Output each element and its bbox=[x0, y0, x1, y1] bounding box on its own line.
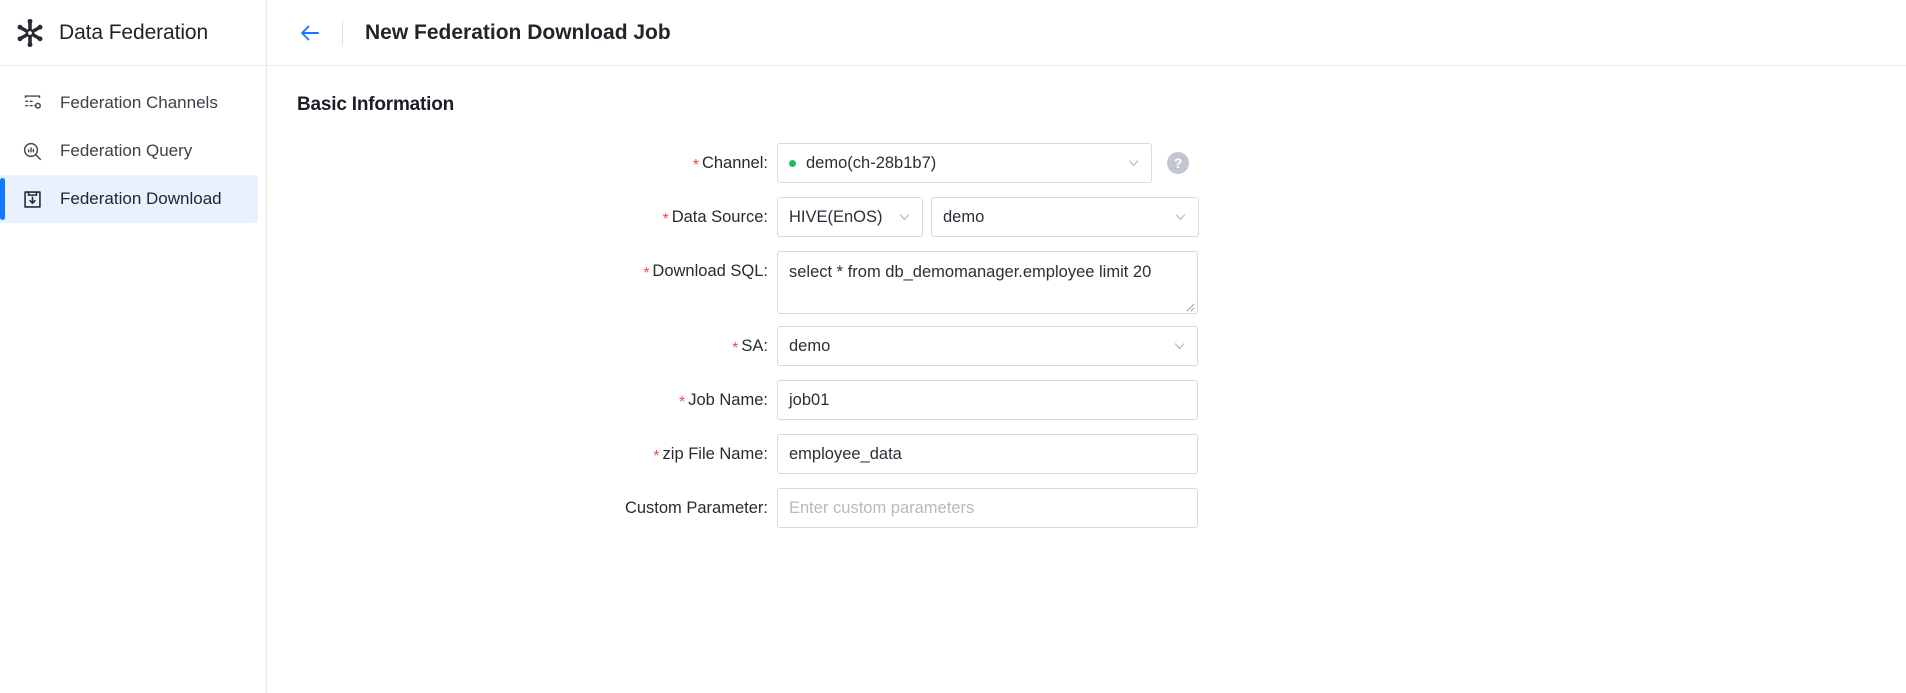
channel-value: demo(ch-28b1b7) bbox=[806, 153, 937, 172]
help-icon-glyph: ? bbox=[1173, 155, 1183, 171]
chevron-down-icon bbox=[1174, 211, 1187, 224]
required-marker: * bbox=[653, 448, 660, 465]
sidebar-item-label: Federation Query bbox=[60, 141, 193, 160]
form-row-job-name: * Job Name: job01 bbox=[297, 380, 1906, 421]
required-marker: * bbox=[662, 211, 669, 228]
custom-parameter-placeholder: Enter custom parameters bbox=[789, 498, 975, 517]
zip-file-name-value: employee_data bbox=[789, 444, 902, 463]
form-row-download-sql: * Download SQL: select * from db_demomana… bbox=[297, 251, 1906, 314]
resize-grip-icon bbox=[1183, 300, 1195, 312]
label-colon: : bbox=[763, 391, 768, 409]
label-text: Download SQL bbox=[652, 262, 764, 280]
control-data-source: HIVE(EnOS) demo bbox=[777, 197, 1199, 237]
control-zip-file-name: employee_data bbox=[777, 434, 1198, 474]
header-divider bbox=[342, 20, 343, 45]
form-row-data-source: * Data Source: HIVE(EnOS) demo bbox=[297, 197, 1906, 238]
data-source-type-value: HIVE(EnOS) bbox=[789, 207, 883, 226]
label-data-source: * Data Source: bbox=[297, 197, 777, 238]
page-header: New Federation Download Job bbox=[267, 0, 1906, 66]
brand-header: Data Federation bbox=[0, 0, 266, 66]
chevron-down-icon bbox=[1127, 157, 1140, 170]
chevron-down-icon bbox=[1173, 340, 1186, 353]
sidebar-nav: Federation Channels Federation Query Fed… bbox=[0, 66, 266, 223]
sa-value: demo bbox=[789, 336, 831, 355]
download-sql-textarea[interactable]: select * from db_demomanager.employee li… bbox=[777, 251, 1198, 314]
federation-query-icon bbox=[21, 140, 43, 162]
question-mark-icon[interactable]: ? bbox=[1167, 152, 1189, 174]
control-custom-parameter: Enter custom parameters bbox=[777, 488, 1198, 528]
sidebar-item-federation-download[interactable]: Federation Download bbox=[0, 175, 258, 223]
data-source-type-select[interactable]: HIVE(EnOS) bbox=[777, 197, 923, 237]
label-sa: * SA: bbox=[297, 326, 777, 367]
required-marker: * bbox=[678, 394, 686, 411]
control-job-name: job01 bbox=[777, 380, 1198, 420]
form-row-sa: * SA: demo bbox=[297, 326, 1906, 367]
back-arrow-icon[interactable] bbox=[297, 20, 323, 46]
sidebar: Data Federation Federation Channels Fede… bbox=[0, 0, 267, 693]
job-name-input[interactable]: job01 bbox=[777, 380, 1198, 420]
label-text: Job Name bbox=[688, 391, 764, 409]
label-colon: : bbox=[763, 499, 768, 517]
control-download-sql: select * from db_demomanager.employee li… bbox=[777, 251, 1198, 314]
main-content: New Federation Download Job Basic Inform… bbox=[267, 0, 1906, 693]
label-colon: : bbox=[763, 154, 768, 172]
custom-parameter-input[interactable]: Enter custom parameters bbox=[777, 488, 1198, 528]
form-row-zip-file-name: * zip File Name: employee_data bbox=[297, 434, 1906, 475]
sidebar-item-label: Federation Download bbox=[60, 189, 222, 208]
form-row-custom-parameter: Custom Parameter: Enter custom parameter… bbox=[297, 488, 1906, 528]
sa-select[interactable]: demo bbox=[777, 326, 1198, 366]
brand-title: Data Federation bbox=[59, 20, 209, 44]
channel-select[interactable]: demo(ch-28b1b7) bbox=[777, 143, 1152, 183]
zip-file-name-input[interactable]: employee_data bbox=[777, 434, 1198, 474]
label-colon: : bbox=[763, 262, 768, 280]
label-channel: * Channel: bbox=[297, 143, 777, 184]
control-sa: demo bbox=[777, 326, 1198, 366]
label-custom-parameter: Custom Parameter: bbox=[297, 488, 777, 528]
sidebar-item-federation-channels[interactable]: Federation Channels bbox=[0, 79, 258, 127]
chevron-down-icon bbox=[898, 211, 911, 224]
control-channel: demo(ch-28b1b7) ? bbox=[777, 143, 1189, 183]
label-colon: : bbox=[763, 337, 768, 355]
download-sql-value: select * from db_demomanager.employee li… bbox=[789, 263, 1152, 281]
label-job-name: * Job Name: bbox=[297, 380, 777, 421]
sidebar-item-federation-query[interactable]: Federation Query bbox=[0, 127, 258, 175]
form-row-channel: * Channel: demo(ch-28b1b7) ? bbox=[297, 143, 1906, 184]
label-text: Custom Parameter bbox=[624, 499, 764, 517]
required-marker: * bbox=[692, 157, 699, 174]
label-text: zip File Name bbox=[662, 445, 764, 463]
label-text: SA bbox=[741, 337, 764, 355]
label-colon: : bbox=[763, 445, 768, 463]
label-download-sql: * Download SQL: bbox=[297, 251, 777, 292]
snowflake-logo-icon bbox=[13, 16, 47, 50]
label-text: Channel bbox=[701, 154, 764, 172]
federation-channels-icon bbox=[21, 92, 43, 114]
sidebar-item-label: Federation Channels bbox=[60, 93, 218, 112]
label-colon: : bbox=[763, 208, 768, 226]
federation-download-icon bbox=[21, 188, 43, 210]
label-text: Data Source bbox=[671, 208, 764, 226]
required-marker: * bbox=[643, 265, 650, 282]
section-title-basic-information: Basic Information bbox=[297, 94, 455, 115]
channel-status-dot-icon bbox=[789, 159, 796, 167]
page-title: New Federation Download Job bbox=[365, 20, 671, 44]
required-marker: * bbox=[732, 340, 739, 357]
job-name-value: job01 bbox=[789, 390, 830, 409]
data-source-name-value: demo bbox=[943, 207, 985, 226]
label-zip-file-name: * zip File Name: bbox=[297, 434, 777, 475]
app-root: Data Federation Federation Channels Fede… bbox=[0, 0, 1906, 693]
form-content: Basic Information * Channel: demo(ch-28b1… bbox=[267, 66, 1906, 693]
data-source-name-select[interactable]: demo bbox=[931, 197, 1199, 237]
